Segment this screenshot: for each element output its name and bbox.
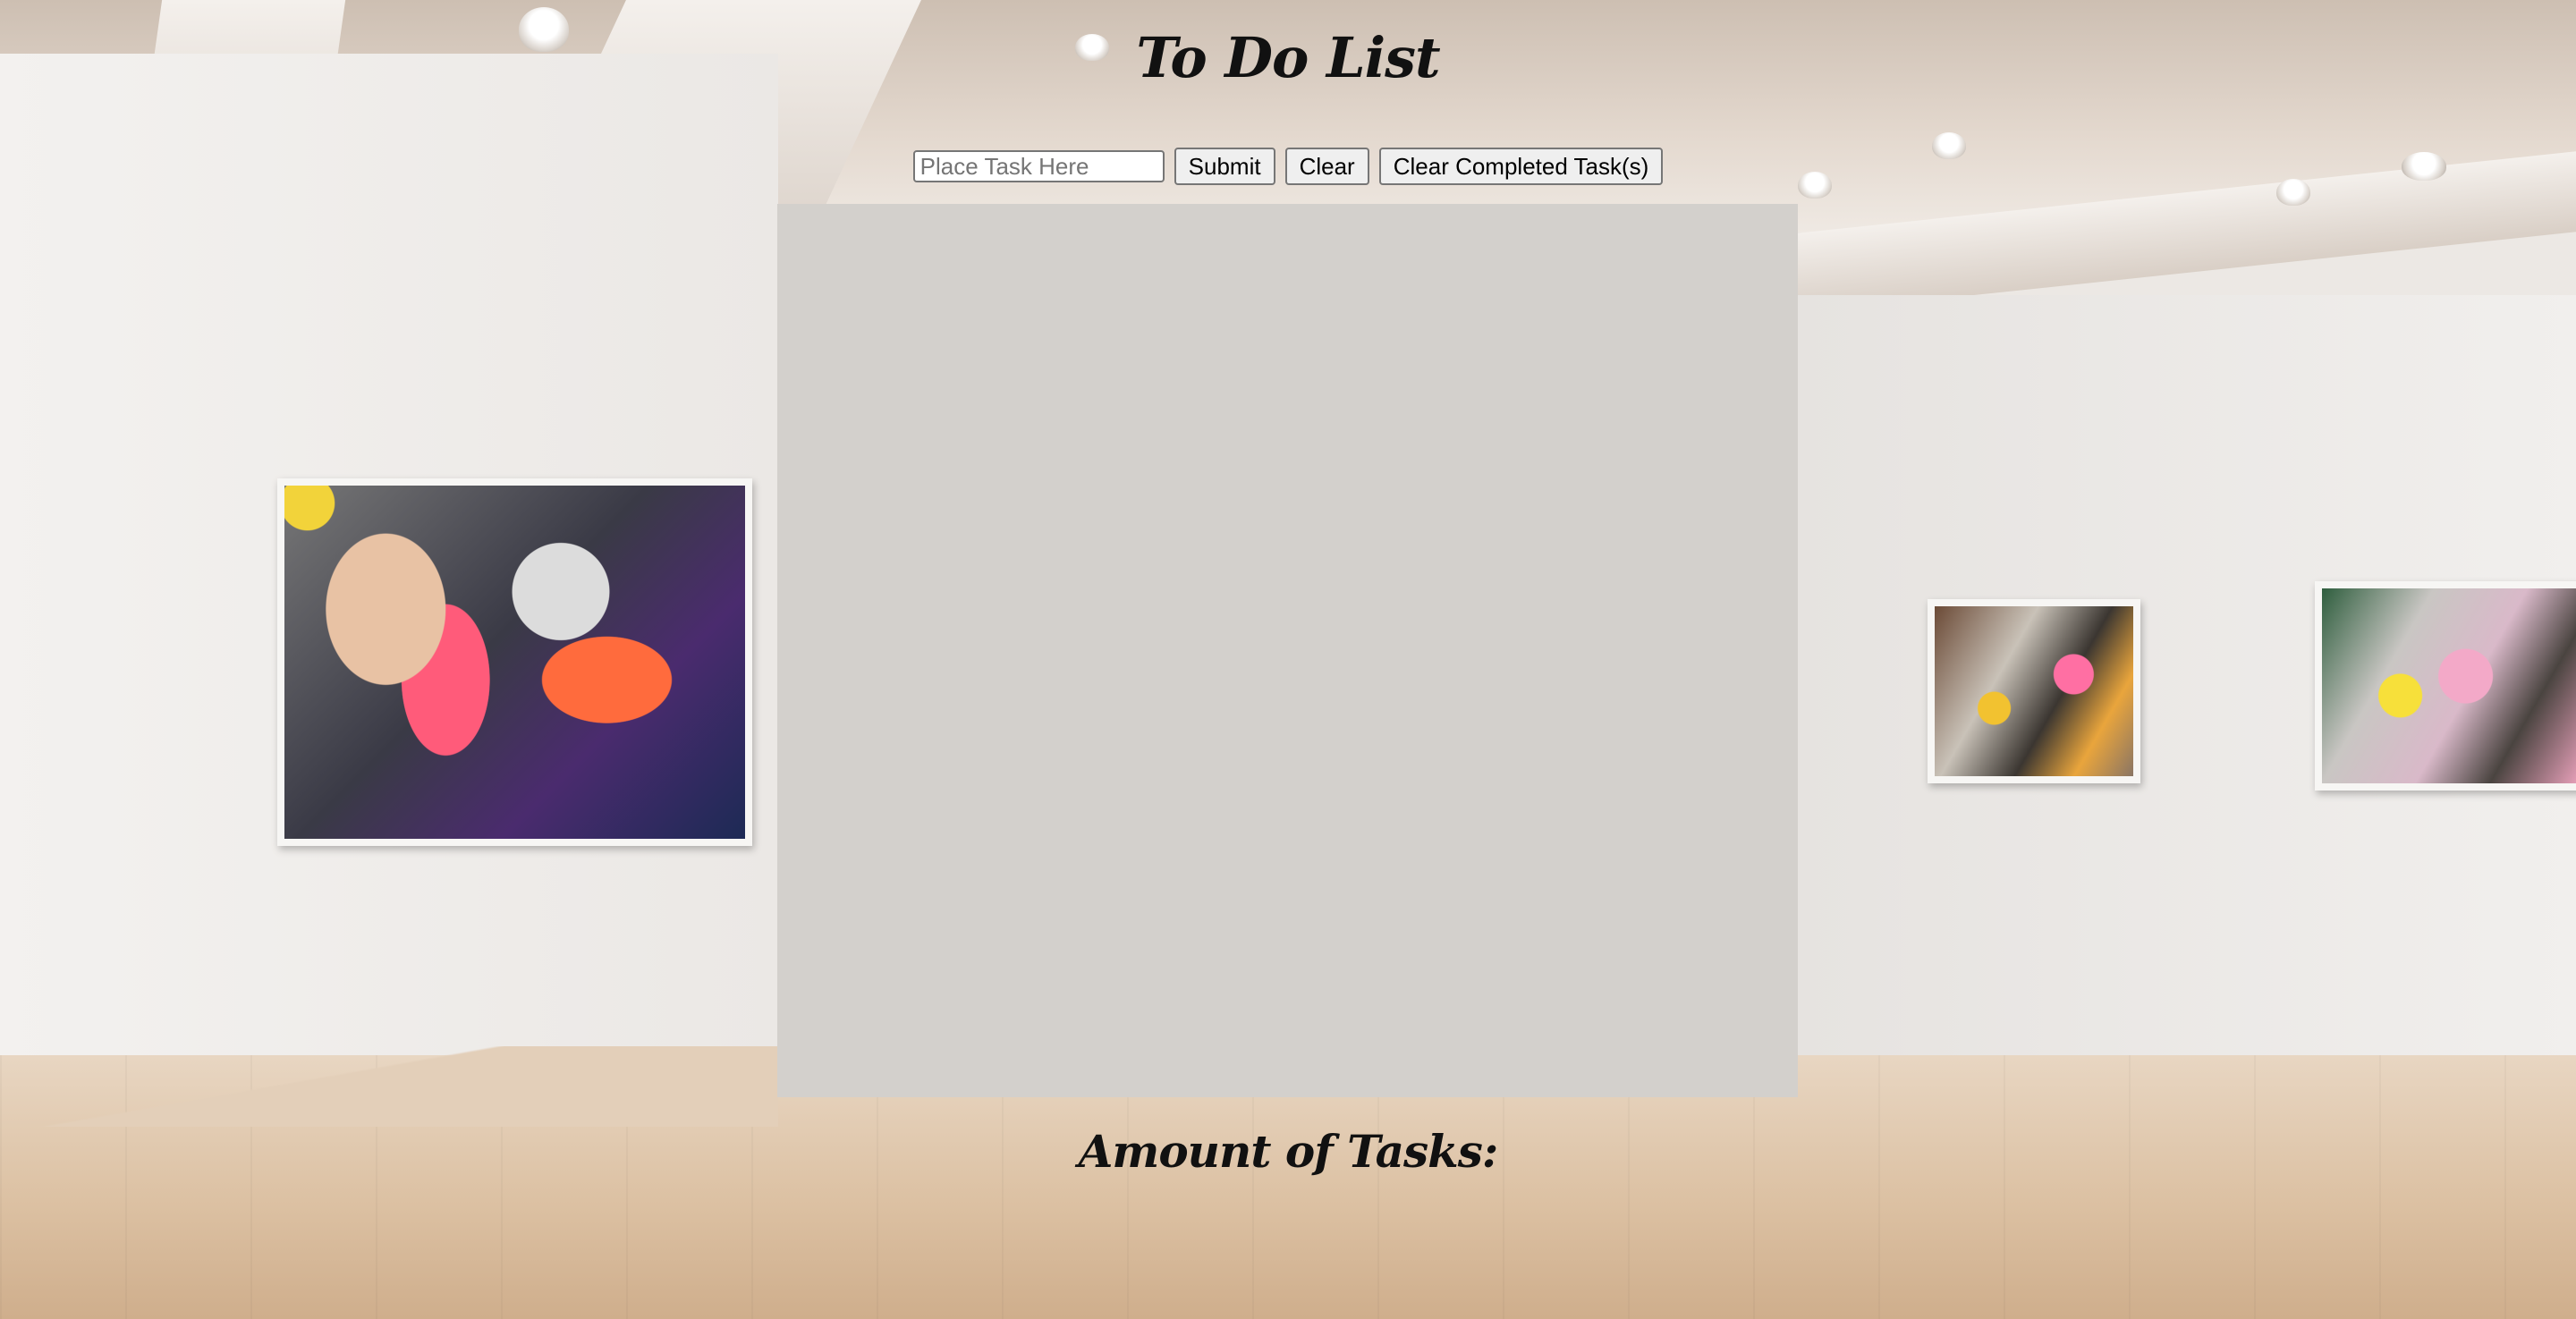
clear-completed-button[interactable]: Clear Completed Task(s) [1378, 148, 1664, 185]
page-title: To Do List [1136, 25, 1440, 90]
task-controls: Submit Clear Clear Completed Task(s) [0, 148, 2576, 185]
task-count-label: Amount of Tasks: [1078, 1125, 1499, 1178]
floor-shadow [0, 1046, 778, 1127]
task-list [777, 204, 1798, 240]
submit-button[interactable]: Submit [1174, 148, 1275, 185]
abstract-painting-left [277, 478, 752, 846]
abstract-painting-right-small [1928, 599, 2140, 783]
task-input[interactable] [912, 150, 1165, 182]
clear-button[interactable]: Clear [1284, 148, 1369, 185]
abstract-painting-right [2315, 581, 2576, 791]
task-list-panel [777, 204, 1798, 1097]
